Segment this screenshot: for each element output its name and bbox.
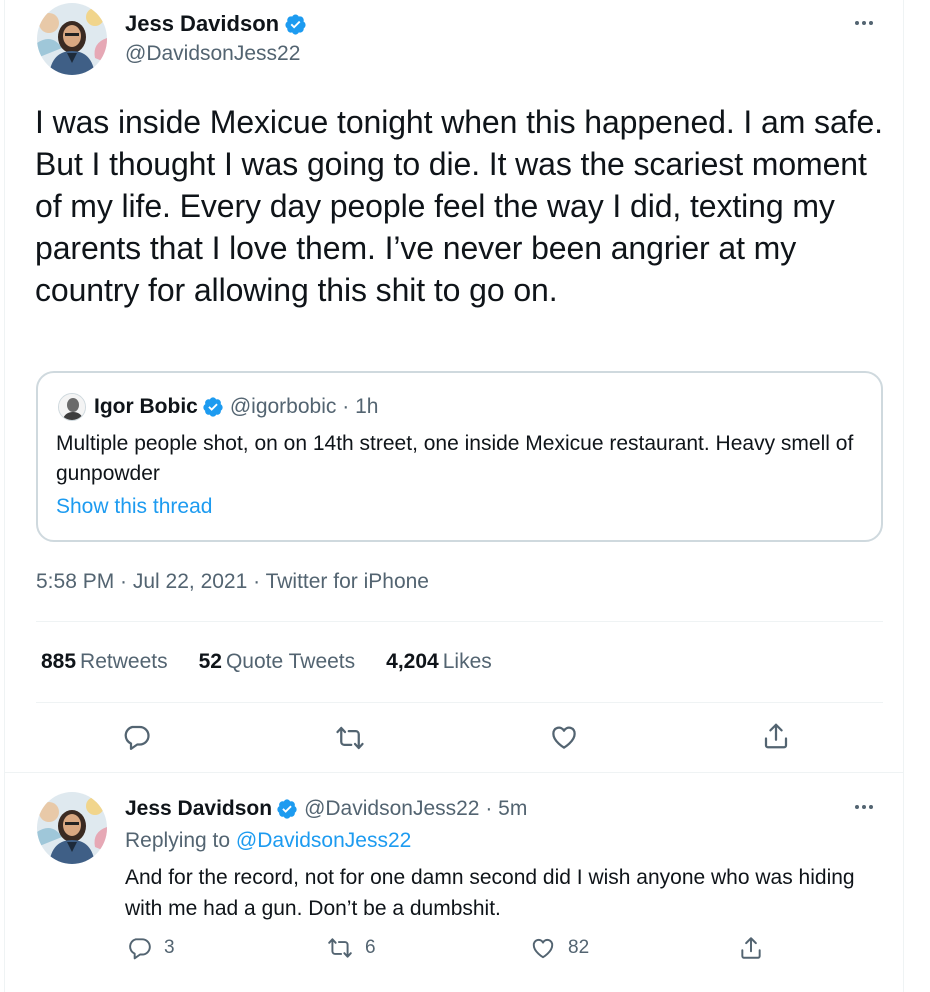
retweets-label: Retweets [80,650,168,673]
quoted-author-avatar[interactable] [58,393,86,421]
author-name-line[interactable]: Jess Davidson [125,11,307,37]
quotes-count: 52 [198,650,222,673]
like-button[interactable] [548,721,580,753]
quoted-tweet[interactable]: Igor Bobic @igorbobic · 1h Multiple peop… [36,371,883,542]
retweet-icon [336,726,364,750]
quoted-time[interactable]: 1h [355,395,378,419]
reply-author-avatar[interactable] [37,792,107,864]
author-handle[interactable]: @DavidsonJess22 [125,42,300,66]
reply-time[interactable]: 5m [498,797,527,821]
retweets-count: 885 [41,650,77,673]
likes-label: Likes [442,650,492,673]
retweet-count: 6 [365,937,376,958]
reply-icon [124,725,150,750]
share-button[interactable] [760,720,792,752]
dot-separator: · [336,395,356,418]
quotes-stat[interactable]: 52 Quote Tweets [199,650,356,674]
retweet-button[interactable] [334,722,366,754]
reply-count: 3 [164,937,175,958]
divider [36,621,883,622]
author-avatar[interactable] [37,3,107,75]
likes-count: 4,204 [386,650,439,673]
replying-prefix: Replying to [125,829,231,852]
quoted-author-name[interactable]: Igor Bobic [94,395,198,419]
quotes-label: Quote Tweets [225,650,356,673]
reply-reply-button[interactable]: 3 [126,935,175,961]
share-icon [741,937,761,959]
show-thread-link[interactable]: Show this thread [56,495,212,519]
reply-like-button[interactable]: 82 [530,935,589,961]
tweet-timestamp[interactable]: 5:58 PM · Jul 22, 2021 · Twitter for iPh… [36,570,429,594]
quoted-author-handle[interactable]: @igorbobic [230,395,337,419]
tweet-stats: 885 Retweets 52 Quote Tweets 4,204 Likes [41,650,523,674]
verified-badge-icon [203,397,223,417]
more-icon[interactable] [855,21,873,25]
replying-mention[interactable]: @DavidsonJess22 [236,829,411,852]
verified-badge-icon [277,799,297,819]
likes-stat[interactable]: 4,204 Likes [386,650,492,674]
retweets-stat[interactable]: 885 Retweets [41,650,168,674]
like-icon [552,726,576,749]
tweet-text: I was inside Mexicue tonight when this h… [35,104,883,308]
like-count: 82 [568,937,590,958]
reply-retweet-button[interactable]: 6 [327,935,376,961]
like-icon [532,938,554,959]
reply-author-handle[interactable]: @DavidsonJess22 [304,797,479,821]
reply-author-name[interactable]: Jess Davidson [125,797,272,821]
verified-badge-icon [285,13,306,35]
divider [36,702,883,703]
share-icon [764,723,788,749]
retweet-icon [328,938,352,958]
more-icon[interactable] [855,805,873,809]
tweet-thread: Jess Davidson @DavidsonJess22 I was insi… [4,0,904,992]
reply-text: And for the record, not for one damn sec… [125,866,855,920]
quoted-header: Igor Bobic @igorbobic · 1h [94,395,378,419]
replying-to: Replying to @DavidsonJess22 [125,829,411,853]
reply-share-button[interactable] [738,935,776,961]
thread-separator [5,772,903,773]
reply-header: Jess Davidson @DavidsonJess22 · 5m [125,797,527,821]
author-name[interactable]: Jess Davidson [125,11,279,37]
reply-icon [129,938,151,960]
reply-button[interactable] [120,721,152,753]
quoted-text: Multiple people shot, on on 14th street,… [56,432,854,485]
dot-separator: · [479,797,499,820]
